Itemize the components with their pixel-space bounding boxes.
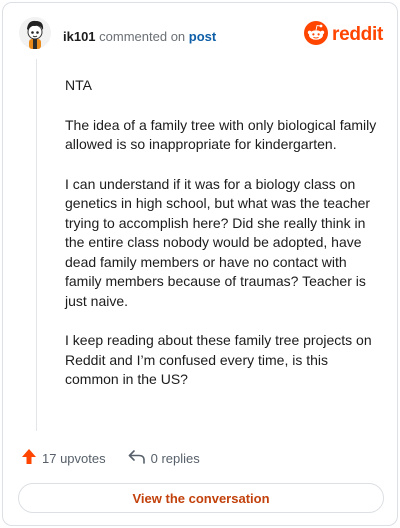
reddit-wordmark: reddit bbox=[332, 24, 383, 45]
comment-header: ik101 commented on post bbox=[63, 29, 216, 44]
comment-paragraph: I keep reading about these family tree p… bbox=[65, 332, 372, 387]
replies-count: 0 replies bbox=[150, 450, 200, 466]
thread-line bbox=[36, 59, 37, 431]
comment-actions: 17 upvotes 0 replies bbox=[21, 448, 200, 468]
comment-paragraph: NTA bbox=[65, 77, 92, 93]
post-link[interactable]: post bbox=[189, 29, 216, 44]
reddit-logo[interactable]: reddit bbox=[304, 20, 383, 50]
comment-paragraph: The idea of a family tree with only biol… bbox=[65, 116, 377, 153]
comment-body: NTA The idea of a family tree with only … bbox=[65, 76, 381, 410]
upvote-arrow-icon bbox=[21, 448, 37, 468]
comment-card: ik101 commented on post reddit NTA The i… bbox=[2, 2, 398, 526]
view-conversation-button[interactable]: View the conversation bbox=[18, 483, 384, 513]
reddit-snoo-icon bbox=[304, 20, 329, 50]
upvotes-count: 17 upvotes bbox=[42, 450, 106, 466]
upvote-button[interactable]: 17 upvotes bbox=[21, 448, 106, 468]
username-link[interactable]: ik101 bbox=[63, 29, 96, 44]
replies-button[interactable]: 0 replies bbox=[128, 449, 200, 468]
reply-arrow-icon bbox=[128, 449, 146, 468]
user-avatar-icon[interactable] bbox=[19, 17, 51, 49]
comment-paragraph: I can understand if it was for a biology… bbox=[65, 175, 371, 309]
commented-on-text: commented on bbox=[99, 29, 186, 44]
